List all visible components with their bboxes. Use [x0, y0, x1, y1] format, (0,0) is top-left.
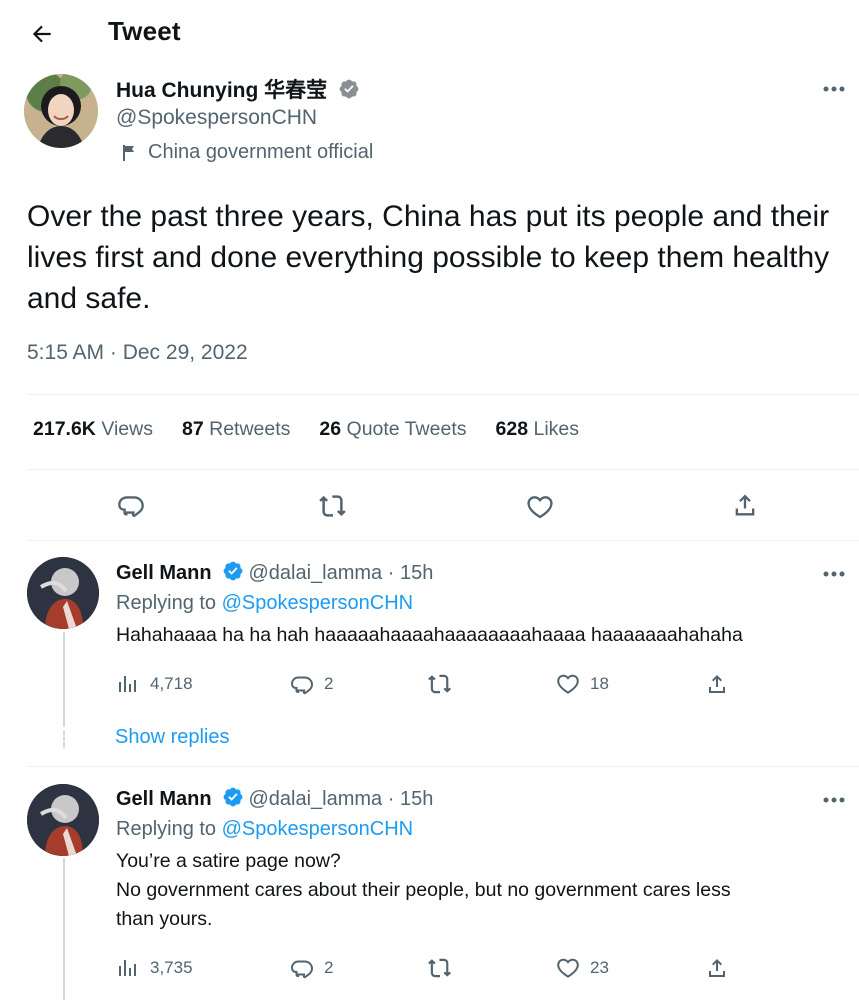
more-button[interactable] [820, 79, 848, 99]
verified-badge-icon [222, 786, 244, 808]
likes-count: 628 [495, 418, 529, 440]
verified-badge-icon [222, 560, 244, 582]
share-icon [705, 672, 729, 696]
divider [27, 469, 859, 470]
more-icon [823, 797, 845, 803]
share-metric[interactable] [705, 672, 729, 696]
reply-icon [290, 672, 314, 696]
retweets-count: 87 [181, 418, 204, 440]
views-stat[interactable]: 217.6K Views [33, 418, 153, 441]
author-name[interactable]: Hua Chunying 华春莹 [116, 79, 327, 102]
avatar[interactable] [24, 74, 98, 148]
quotes-stat[interactable]: 26 Quote Tweets [319, 418, 466, 441]
views-count: 3,735 [150, 958, 193, 977]
reply-handle-time[interactable]: @dalai_lamma · 15h [248, 562, 433, 584]
reply-text: You’re a satire page now? No government … [116, 847, 846, 934]
quotes-count: 26 [319, 418, 342, 440]
like-icon [556, 672, 580, 696]
views-label: Views [101, 418, 153, 440]
reply-header: Gell Mann @dalai_lamma · 15h [116, 786, 433, 811]
more-icon [823, 86, 845, 92]
replying-handle[interactable]: @SpokespersonCHN [222, 592, 414, 614]
reply-icon [290, 956, 314, 980]
more-icon [823, 571, 845, 577]
share-icon [705, 956, 729, 980]
divider [27, 394, 859, 395]
share-icon [735, 494, 755, 516]
page-title: Tweet [108, 16, 181, 46]
back-button[interactable] [24, 16, 60, 52]
reply-header: Gell Mann @dalai_lamma · 15h [116, 560, 433, 585]
likes-label: Likes [533, 418, 579, 440]
quotes-label: Quote Tweets [346, 418, 467, 440]
replying-to: Replying to @SpokespersonCHN [116, 592, 413, 615]
reply-text-line: No government cares about their people, … [116, 879, 731, 901]
flag-icon [122, 144, 138, 162]
views-count: 4,718 [150, 674, 193, 693]
reply-metric[interactable]: 2 [290, 672, 333, 696]
tweet-stats: 217.6K Views 87 Retweets 26 Quote Tweets… [33, 418, 608, 441]
thread-dots [63, 730, 65, 748]
views-count: 217.6K [33, 418, 96, 440]
replying-handle[interactable]: @SpokespersonCHN [222, 818, 414, 840]
reply-more-button[interactable] [820, 790, 848, 810]
back-arrow-icon [32, 25, 51, 43]
reply-icon [118, 496, 144, 517]
verified-badge-icon [338, 78, 360, 100]
like-count: 18 [590, 674, 609, 693]
views-icon [116, 672, 140, 696]
replying-to: Replying to @SpokespersonCHN [116, 818, 413, 841]
tweet-text: Over the past three years, China has put… [27, 200, 830, 315]
tweet-timestamp[interactable]: 5:15 AM · Dec 29, 2022 [27, 341, 248, 365]
show-replies-link[interactable]: Show replies [115, 726, 230, 749]
reply-button[interactable] [114, 488, 148, 522]
like-count: 23 [590, 958, 609, 977]
views-metric[interactable]: 4,718 [116, 672, 193, 696]
retweet-metric[interactable] [427, 671, 453, 697]
retweet-metric[interactable] [427, 955, 453, 981]
reply-more-button[interactable] [820, 564, 848, 584]
thread-line [63, 632, 65, 727]
reply-metric[interactable]: 2 [290, 956, 333, 980]
views-metric[interactable]: 3,735 [116, 956, 193, 980]
like-icon [556, 956, 580, 980]
government-label: China government official [122, 141, 373, 164]
share-metric[interactable] [705, 956, 729, 980]
divider [27, 540, 859, 541]
retweet-icon [427, 671, 453, 697]
views-icon [116, 956, 140, 980]
share-button[interactable] [728, 488, 762, 522]
retweets-stat[interactable]: 87 Retweets [182, 418, 290, 441]
like-button[interactable] [523, 490, 557, 524]
divider [27, 766, 859, 767]
reply-count: 2 [324, 958, 334, 977]
government-label-text: China government official [148, 141, 374, 163]
reply-handle-time[interactable]: @dalai_lamma · 15h [248, 788, 433, 810]
retweets-label: Retweets [209, 418, 291, 440]
reply-author-name[interactable]: Gell Mann [116, 788, 212, 810]
reply-avatar[interactable] [27, 557, 99, 629]
like-icon [527, 496, 553, 519]
reply-count: 2 [324, 674, 334, 693]
retweet-button[interactable] [316, 489, 350, 523]
reply-text-line: You’re a satire page now? [116, 850, 341, 872]
reply-avatar[interactable] [27, 784, 99, 856]
like-metric[interactable]: 18 [556, 672, 609, 696]
replying-label: Replying to [116, 818, 222, 840]
likes-stat[interactable]: 628 Likes [496, 418, 580, 441]
replying-label: Replying to [116, 592, 222, 614]
reply-text: Hahahaaaa ha ha hah haaaaahaaaahaaaaaaaa… [116, 624, 743, 646]
reply-text-line: than yours. [116, 908, 213, 930]
retweet-icon [319, 495, 346, 517]
reply-author-name[interactable]: Gell Mann [116, 562, 212, 584]
like-metric[interactable]: 23 [556, 956, 609, 980]
thread-line [63, 858, 65, 1000]
retweet-icon [427, 955, 453, 981]
author-handle[interactable]: @SpokespersonCHN [116, 106, 317, 130]
